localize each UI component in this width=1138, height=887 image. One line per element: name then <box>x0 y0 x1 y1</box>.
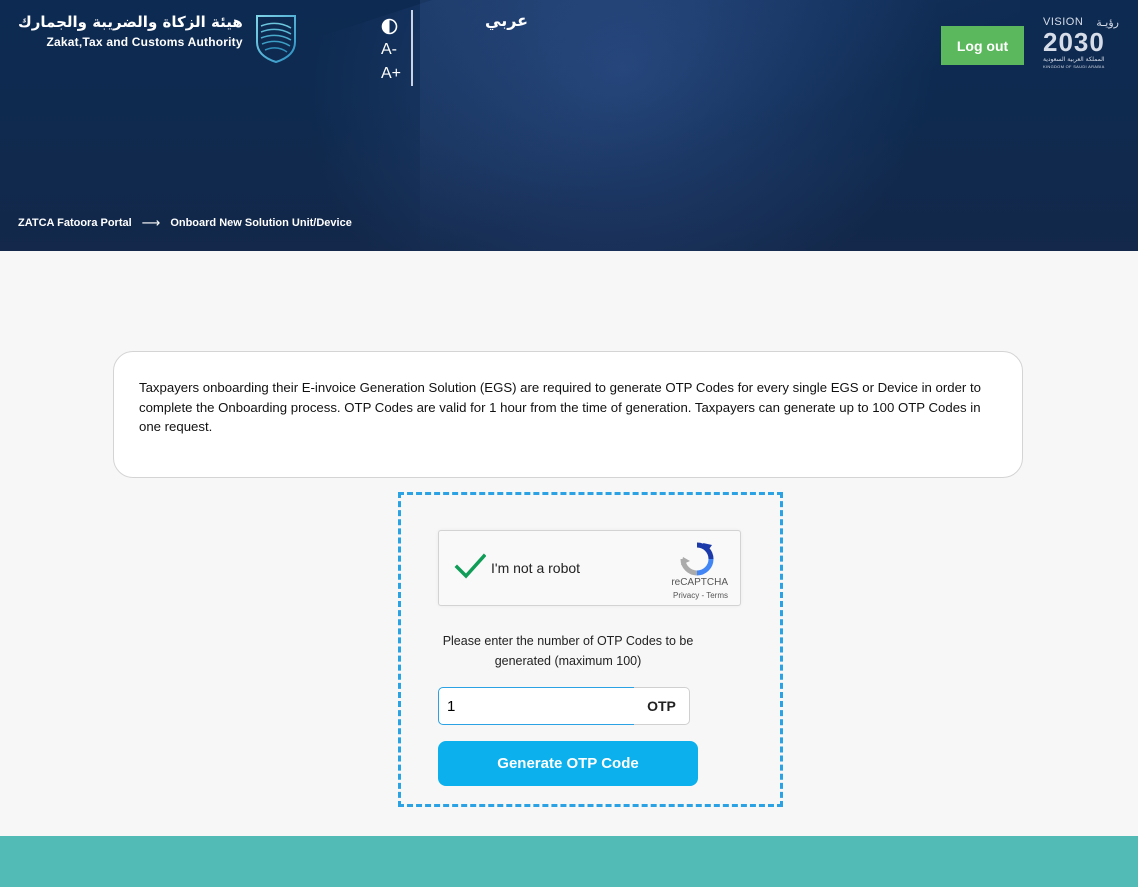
vision-country-en: KINGDOM OF SAUDI ARABIA <box>1043 64 1105 69</box>
contrast-icon <box>381 18 398 34</box>
recaptcha-label: I'm not a robot <box>491 560 581 576</box>
site-footer <box>0 836 1138 887</box>
recaptcha-brand: reCAPTCHA <box>671 577 728 588</box>
info-card: Taxpayers onboarding their E-invoice Gen… <box>113 351 1023 478</box>
logout-button[interactable]: Log out <box>941 26 1024 65</box>
logo-english-name: Zakat,Tax and Customs Authority <box>46 35 243 49</box>
breadcrumb-current: Onboard New Solution Unit/Device <box>170 217 352 229</box>
recaptcha-widget[interactable]: I'm not a robot reCAPTCHA Privacy - Term… <box>438 530 741 606</box>
vision-year: 2030 <box>1043 27 1105 57</box>
generate-otp-button[interactable]: Generate OTP Code <box>438 741 698 786</box>
logo-text: هيئة الزكاة والضريبة والجمارك Zakat,Tax … <box>18 12 243 50</box>
site-header: هيئة الزكاة والضريبة والجمارك Zakat,Tax … <box>0 0 1138 251</box>
header-divider <box>411 10 413 86</box>
recaptcha-logo-icon <box>680 542 714 576</box>
otp-suffix-label: OTP <box>634 687 690 725</box>
info-text: Taxpayers onboarding their E-invoice Gen… <box>139 380 981 434</box>
breadcrumb-home-link[interactable]: ZATCA Fatoora Portal <box>18 217 132 229</box>
accessibility-controls: A- A+ <box>381 14 405 86</box>
breadcrumb: ZATCA Fatoora Portal ⟶ Onboard New Solut… <box>18 215 352 231</box>
zatca-emblem-icon <box>255 15 296 64</box>
language-switch[interactable]: عربي <box>485 11 528 30</box>
zatca-logo[interactable]: هيئة الزكاة والضريبة والجمارك Zakat,Tax … <box>18 12 299 64</box>
contrast-toggle[interactable] <box>381 14 405 38</box>
checkmark-icon[interactable] <box>454 550 486 582</box>
increase-font-button[interactable]: A+ <box>381 62 405 86</box>
otp-count-input[interactable] <box>438 687 635 725</box>
vision-country-ar: المملكة العربية السعودية <box>1043 56 1105 63</box>
recaptcha-links[interactable]: Privacy - Terms <box>673 591 728 600</box>
otp-count-prompt: Please enter the number of OTP Codes to … <box>442 634 694 668</box>
arrow-right-icon: ⟶ <box>141 215 161 230</box>
decrease-font-button[interactable]: A- <box>381 38 405 62</box>
vision-2030-logo: VISION رؤيـة 2030 المملكة العربية السعود… <box>1043 16 1123 74</box>
logo-arabic-name: هيئة الزكاة والضريبة والجمارك <box>18 13 243 31</box>
